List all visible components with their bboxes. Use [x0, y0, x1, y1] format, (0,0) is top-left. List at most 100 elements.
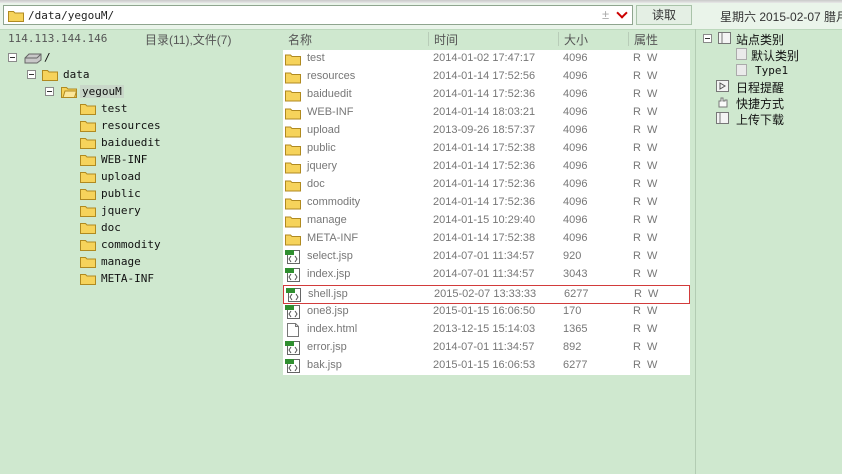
file-list-header: 名称 时间 大小 属性 — [282, 30, 690, 48]
column-name[interactable]: 名称 — [288, 31, 312, 48]
column-divider[interactable] — [628, 32, 629, 46]
table-row[interactable]: index.html 2013-12-15 15:14:03 1365 R W — [283, 321, 690, 339]
folder-icon — [80, 172, 96, 183]
file-time: 2014-01-14 17:52:56 — [433, 70, 536, 82]
file-perm: R W — [633, 124, 658, 136]
table-row[interactable]: baiduedit 2014-01-14 17:52:36 4096 R W — [283, 86, 690, 104]
tree-label: / — [44, 51, 51, 64]
path-input[interactable]: /data/yegouM/ ± — [3, 5, 633, 25]
file-time: 2014-07-01 11:34:57 — [433, 250, 535, 262]
file-size: 4096 — [563, 196, 588, 208]
folder-icon — [285, 90, 301, 102]
jsp-file-icon — [285, 250, 300, 264]
page-icon — [736, 48, 747, 60]
file-name: test — [307, 52, 325, 64]
date-display: 星期六 2015-02-07 腊月十九 — [720, 10, 842, 24]
file-time: 2013-12-15 15:14:03 — [433, 323, 536, 335]
table-row[interactable]: commodity 2014-01-14 17:52:36 4096 R W — [283, 194, 690, 212]
jsp-file-icon — [286, 288, 301, 302]
file-size: 3043 — [563, 268, 588, 280]
table-row[interactable]: test 2014-01-02 17:47:17 4096 R W — [283, 50, 690, 68]
table-row[interactable]: WEB-INF 2014-01-14 18:03:21 4096 R W — [283, 104, 690, 122]
column-divider[interactable] — [428, 32, 429, 46]
table-row[interactable]: select.jsp 2014-07-01 11:34:57 920 R W — [283, 248, 690, 266]
collapse-icon[interactable] — [27, 70, 36, 79]
folder-icon — [80, 155, 96, 166]
table-row[interactable]: bak.jsp 2015-01-15 16:06:53 6277 R W — [283, 357, 690, 375]
tree-label: test — [101, 102, 128, 115]
menu-label: 默认类别 — [751, 49, 800, 63]
column-size[interactable]: 大小 — [564, 31, 588, 48]
table-row[interactable]: resources 2014-01-14 17:52:56 4096 R W — [283, 68, 690, 86]
file-name: META-INF — [307, 232, 359, 244]
table-row[interactable]: doc 2014-01-14 17:52:36 4096 R W — [283, 176, 690, 194]
read-button[interactable]: 读取 — [636, 5, 692, 25]
file-perm: R W — [633, 268, 658, 280]
file-perm: R W — [634, 288, 659, 300]
table-row[interactable]: error.jsp 2014-07-01 11:34:57 892 R W — [283, 339, 690, 357]
table-row[interactable]: public 2014-01-14 17:52:38 4096 R W — [283, 140, 690, 158]
file-time: 2014-01-14 17:52:36 — [433, 178, 536, 190]
tree-node-child[interactable]: upload — [80, 169, 200, 186]
file-perm: R W — [633, 196, 658, 208]
tree-node-child[interactable]: test — [80, 101, 200, 118]
file-time: 2014-01-14 17:52:36 — [433, 88, 536, 100]
file-name: one8.jsp — [307, 305, 349, 317]
file-size: 4096 — [563, 70, 588, 82]
column-perm[interactable]: 属性 — [634, 31, 658, 48]
menu-shortcut[interactable]: 快捷方式 — [716, 95, 840, 111]
tree-node-child[interactable]: META-INF — [80, 271, 200, 288]
server-ip: 114.113.144.146 — [8, 32, 108, 45]
tree-label: META-INF — [101, 272, 154, 285]
table-row[interactable]: manage 2014-01-15 10:29:40 4096 R W — [283, 212, 690, 230]
collapse-icon[interactable] — [8, 53, 17, 62]
table-row[interactable]: shell.jsp 2015-02-07 13:33:33 6277 R W — [283, 285, 690, 304]
file-size: 4096 — [563, 124, 588, 136]
tree-node-child[interactable]: WEB-INF — [80, 152, 200, 169]
menu-schedule[interactable]: 日程提醒 — [716, 79, 840, 95]
column-divider[interactable] — [558, 32, 559, 46]
path-expand-icon[interactable]: ± — [602, 7, 609, 22]
file-name: select.jsp — [307, 250, 353, 262]
menu-default-category[interactable]: 默认类别 — [736, 47, 840, 63]
menu-label: 快捷方式 — [736, 97, 785, 111]
file-size: 6277 — [563, 359, 588, 371]
tree-node-child[interactable]: manage — [80, 254, 200, 271]
file-time: 2014-07-01 11:34:57 — [433, 341, 535, 353]
tree-node-root[interactable]: / — [0, 50, 120, 67]
tree-label: doc — [101, 221, 121, 234]
column-time[interactable]: 时间 — [434, 31, 458, 48]
table-row[interactable]: META-INF 2014-01-14 17:52:38 4096 R W — [283, 230, 690, 248]
tree-node-child[interactable]: commodity — [80, 237, 200, 254]
table-row[interactable]: upload 2013-09-26 18:57:37 4096 R W — [283, 122, 690, 140]
file-perm: R W — [633, 232, 658, 244]
folder-open-icon — [61, 87, 77, 98]
tree-node-child[interactable]: resources — [80, 118, 200, 135]
jsp-file-icon — [285, 359, 300, 373]
tree-node-child[interactable]: doc — [80, 220, 200, 237]
tree-label: manage — [101, 255, 141, 268]
file-time: 2014-01-14 17:52:36 — [433, 196, 536, 208]
table-row[interactable]: one8.jsp 2015-01-15 16:06:50 170 R W — [283, 303, 690, 321]
menu-site-category[interactable]: 站点类别 — [700, 31, 840, 47]
tree-node-data[interactable]: data — [0, 67, 140, 84]
collapse-icon[interactable] — [703, 34, 712, 43]
folder-icon — [42, 70, 58, 81]
folder-icon — [80, 189, 96, 200]
tree-node-child[interactable]: jquery — [80, 203, 200, 220]
collapse-icon[interactable] — [45, 87, 54, 96]
folder-icon — [285, 126, 301, 138]
menu-type1[interactable]: Type1 — [736, 63, 840, 79]
tree-node-child[interactable]: baiduedit — [80, 135, 200, 152]
tree-node-yegoum[interactable]: yegouM — [0, 84, 160, 101]
table-row[interactable]: index.jsp 2014-07-01 11:34:57 3043 R W — [283, 266, 690, 284]
tree-label: resources — [101, 119, 161, 132]
tree-label: data — [63, 68, 90, 81]
tree-label: commodity — [101, 238, 161, 251]
menu-label: 日程提醒 — [736, 81, 785, 95]
table-row[interactable]: jquery 2014-01-14 17:52:36 4096 R W — [283, 158, 690, 176]
dir-file-count: 目录(11),文件(7) — [145, 33, 232, 47]
chevron-down-icon[interactable] — [616, 7, 628, 19]
menu-upload-download[interactable]: 上传下载 — [716, 111, 840, 127]
tree-node-child[interactable]: public — [80, 186, 200, 203]
